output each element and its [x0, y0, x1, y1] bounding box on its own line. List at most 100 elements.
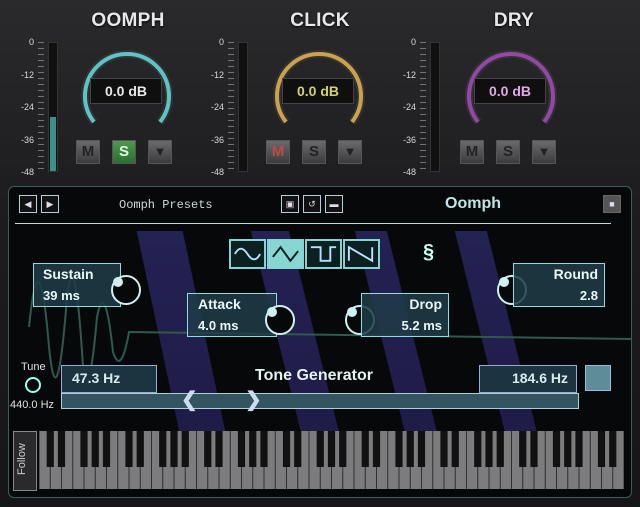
black-key[interactable] — [485, 431, 493, 467]
black-key[interactable] — [204, 431, 212, 467]
black-key[interactable] — [282, 431, 291, 467]
black-key[interactable] — [530, 431, 538, 467]
black-key[interactable] — [564, 431, 572, 467]
attack-control[interactable]: Attack 4.0 ms — [187, 293, 277, 337]
black-key[interactable] — [80, 431, 88, 467]
link-icon[interactable]: § — [423, 241, 434, 264]
triangle-left-icon[interactable]: ◀ — [19, 195, 37, 213]
triangle-wave-icon[interactable] — [267, 239, 304, 269]
sustain-knob[interactable] — [111, 275, 141, 305]
black-key[interactable] — [249, 431, 257, 467]
range-right-handle-icon[interactable]: ❯ — [245, 390, 262, 410]
black-key[interactable] — [170, 431, 178, 467]
sustain-value[interactable]: 39 ms — [43, 288, 80, 303]
gain-value[interactable]: 0.0 dB — [282, 78, 354, 104]
folder-icon[interactable]: ▬ — [325, 195, 343, 213]
black-key[interactable] — [91, 431, 99, 467]
black-key[interactable] — [372, 431, 381, 467]
reset-icon[interactable]: ↺ — [303, 195, 321, 213]
black-key[interactable] — [237, 431, 246, 467]
tune-value[interactable]: 440.0 Hz — [10, 399, 54, 411]
follow-button[interactable]: Follow — [13, 431, 37, 491]
gain-value[interactable]: 0.0 dB — [90, 78, 162, 104]
mute-button[interactable]: M — [76, 140, 100, 164]
power-icon[interactable] — [25, 377, 41, 393]
strip-menu-button[interactable]: ▼ — [532, 140, 556, 164]
strip-title: OOMPH — [91, 10, 165, 31]
black-key[interactable] — [361, 431, 369, 467]
sustain-control[interactable]: Sustain 39 ms — [33, 263, 121, 307]
drop-value[interactable]: 5.2 ms — [402, 318, 442, 333]
black-key[interactable] — [597, 431, 606, 467]
drop-control[interactable]: Drop 5.2 ms — [361, 293, 449, 337]
preset-menu-label[interactable]: Oomph Presets — [119, 198, 213, 212]
scale-label: 0 — [28, 37, 34, 47]
piano-keyboard[interactable] — [39, 431, 624, 489]
black-key[interactable] — [339, 431, 347, 467]
high-frequency-field[interactable]: 184.6 Hz — [479, 365, 577, 393]
round-value[interactable]: 2.8 — [580, 288, 598, 303]
strip-title: CLICK — [290, 10, 350, 31]
scale-label: -48 — [210, 167, 224, 177]
follow-label: Follow — [16, 443, 28, 475]
sine-wave-icon[interactable] — [229, 239, 266, 269]
solo-button[interactable]: S — [302, 140, 326, 164]
level-meter — [48, 42, 58, 172]
black-key[interactable] — [102, 431, 111, 467]
square-wave-icon[interactable] — [305, 239, 342, 269]
black-key[interactable] — [474, 431, 482, 467]
black-key[interactable] — [46, 431, 54, 467]
black-key[interactable] — [406, 431, 414, 467]
triangle-right-icon[interactable]: ▶ — [41, 195, 59, 213]
round-label: Round — [553, 266, 598, 282]
level-meter — [430, 42, 440, 172]
solo-button[interactable]: S — [112, 140, 136, 164]
black-key[interactable] — [440, 431, 448, 467]
strip-menu-button[interactable]: ▼ — [338, 140, 362, 164]
round-control[interactable]: Round 2.8 — [513, 263, 605, 307]
scale-label: -12 — [210, 69, 224, 80]
save-icon[interactable]: ▣ — [281, 195, 299, 213]
black-key[interactable] — [136, 431, 144, 467]
attack-label: Attack — [198, 296, 241, 312]
frequency-range-slider[interactable] — [61, 393, 579, 409]
low-frequency-value[interactable]: 47.3 Hz — [72, 370, 120, 386]
range-left-handle-icon[interactable]: ❮ — [181, 390, 198, 410]
gain-knob[interactable]: 0.0 dB — [72, 40, 182, 140]
black-key[interactable] — [552, 431, 561, 467]
black-key[interactable] — [316, 431, 324, 467]
low-frequency-field[interactable]: 47.3 Hz — [61, 365, 157, 393]
black-key[interactable] — [575, 431, 583, 467]
black-key[interactable] — [451, 431, 459, 467]
black-key[interactable] — [57, 431, 66, 467]
black-key[interactable] — [519, 431, 527, 467]
black-key[interactable] — [125, 431, 133, 467]
mute-button[interactable]: M — [460, 140, 484, 164]
black-key[interactable] — [395, 431, 403, 467]
solo-button[interactable]: S — [496, 140, 520, 164]
gain-knob[interactable]: 0.0 dB — [456, 40, 566, 140]
black-key[interactable] — [496, 431, 504, 467]
black-key[interactable] — [215, 431, 223, 467]
gain-knob[interactable]: 0.0 dB — [264, 40, 374, 140]
tone-generator-toggle[interactable] — [585, 365, 611, 391]
mute-button[interactable]: M — [266, 140, 290, 164]
black-key[interactable] — [327, 431, 336, 467]
strip-title: DRY — [493, 10, 535, 31]
high-frequency-value[interactable]: 184.6 Hz — [512, 370, 568, 386]
gain-value[interactable]: 0.0 dB — [474, 78, 546, 104]
black-key[interactable] — [159, 431, 167, 467]
attack-knob[interactable] — [265, 305, 295, 335]
scale-label: 0 — [410, 37, 416, 47]
black-key[interactable] — [609, 431, 617, 467]
lock-icon[interactable]: ■ — [603, 195, 621, 213]
black-key[interactable] — [260, 431, 268, 467]
black-key[interactable] — [181, 431, 189, 467]
tone-generator-title: Tone Generator — [255, 367, 373, 384]
saw-wave-icon[interactable] — [343, 239, 380, 269]
attack-value[interactable]: 4.0 ms — [198, 318, 238, 333]
strip-menu-button[interactable]: ▼ — [148, 140, 172, 164]
black-key[interactable] — [417, 431, 426, 467]
scale-label: -36 — [210, 134, 224, 145]
black-key[interactable] — [294, 431, 302, 467]
